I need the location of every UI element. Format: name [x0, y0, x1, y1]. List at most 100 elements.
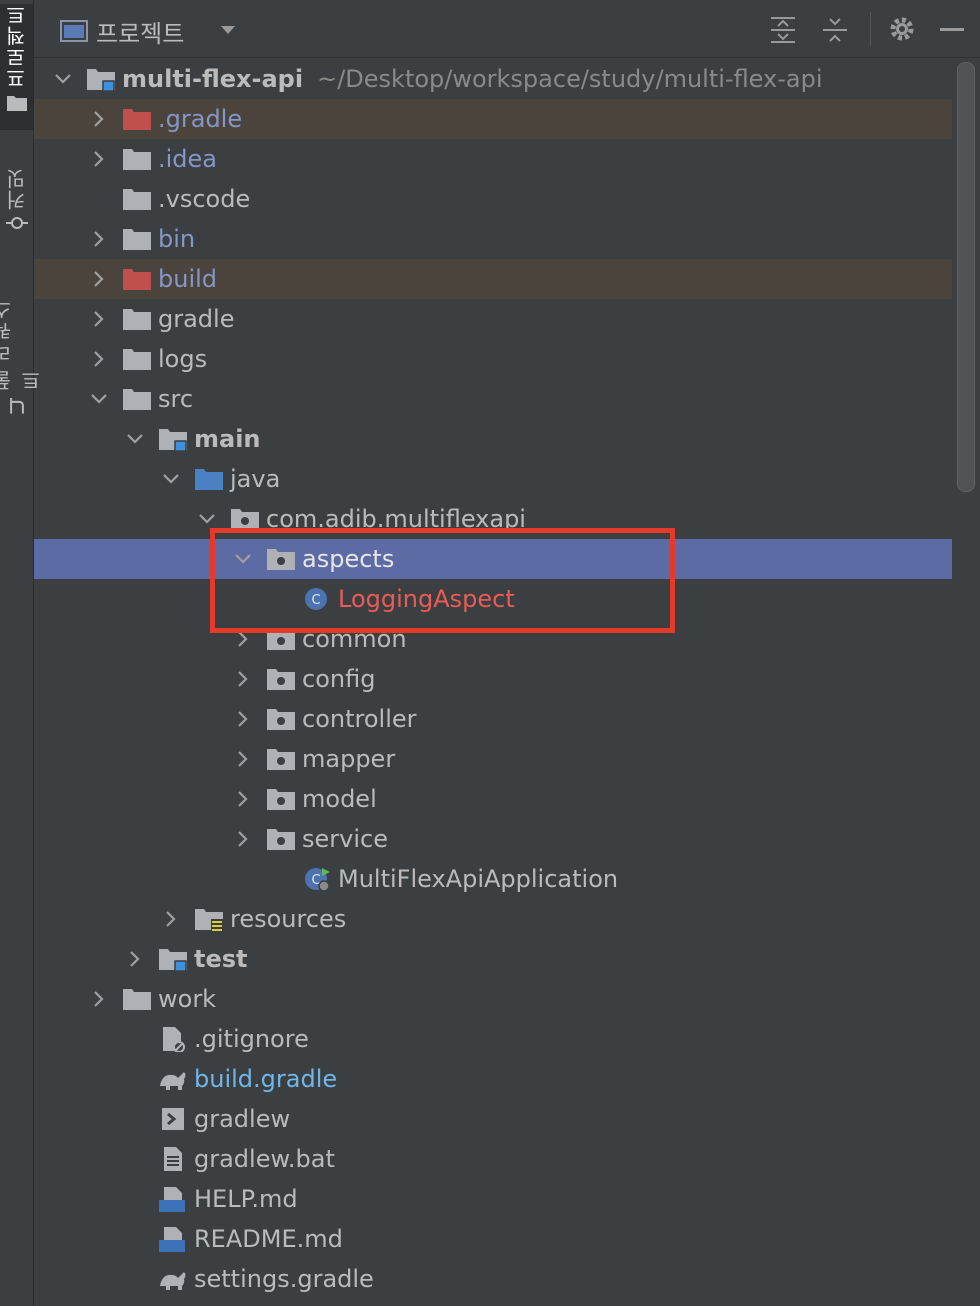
tree-row-bin[interactable]: bin — [34, 219, 952, 259]
tree-row-config[interactable]: config — [34, 659, 952, 699]
chevron-right-icon[interactable] — [234, 670, 252, 688]
tree-row-idea[interactable]: .idea — [34, 139, 952, 179]
tree-row-work[interactable]: work — [34, 979, 952, 1019]
package-icon — [266, 706, 296, 732]
chevron-right-icon[interactable] — [90, 350, 108, 368]
tree-item-label: README.md — [194, 1225, 343, 1253]
markdown-file-icon — [158, 1226, 188, 1252]
tree-row-src[interactable]: src — [34, 379, 952, 419]
tree-row-gradlew-bat[interactable]: gradlew.bat — [34, 1139, 952, 1179]
chevron-right-icon[interactable] — [234, 750, 252, 768]
spring-application-class-icon: C — [302, 866, 332, 892]
tree-item-label: .idea — [158, 145, 218, 173]
folder-icon — [122, 386, 152, 412]
tree-row-logs[interactable]: logs — [34, 339, 952, 379]
chevron-down-icon[interactable] — [126, 430, 144, 448]
chevron-right-icon[interactable] — [162, 910, 180, 928]
vertical-scrollbar[interactable] — [957, 62, 975, 492]
chevron-down-icon[interactable] — [90, 390, 108, 408]
tree-row-main-application[interactable]: C MultiFlexApiApplication — [34, 859, 952, 899]
tree-row-readme-md[interactable]: README.md — [34, 1219, 952, 1259]
tree-row-gradle[interactable]: gradle — [34, 299, 952, 339]
expand-all-icon[interactable] — [770, 15, 796, 45]
excluded-folder-icon — [122, 266, 152, 292]
commit-tool-tab-label: 커밋 — [5, 168, 29, 210]
commit-icon — [5, 217, 28, 229]
tree-row-root[interactable]: multi-flex-api ~/Desktop/workspace/study/… — [34, 59, 952, 99]
tree-item-label: .gradle — [158, 105, 243, 133]
chevron-right-icon[interactable] — [90, 110, 108, 128]
tree-row-resources[interactable]: resources — [34, 899, 952, 939]
gear-icon[interactable] — [888, 15, 916, 43]
chevron-right-icon[interactable] — [234, 790, 252, 808]
tree-item-label: gradle — [158, 305, 235, 333]
package-icon — [266, 786, 296, 812]
project-tool-tab[interactable]: 프로젝트 — [0, 4, 33, 130]
chevron-right-icon[interactable] — [90, 310, 108, 328]
chevron-right-icon[interactable] — [90, 150, 108, 168]
tree-row-build[interactable]: build — [34, 259, 952, 299]
tree-item-label: main — [194, 425, 261, 453]
annotation-highlight-box — [210, 528, 675, 633]
project-root-name: multi-flex-api — [122, 65, 304, 93]
tree-item-label: resources — [230, 905, 347, 933]
collapse-all-icon[interactable] — [822, 15, 848, 45]
tree-row-service[interactable]: service — [34, 819, 952, 859]
tree-row-mapper[interactable]: mapper — [34, 739, 952, 779]
tree-row-settings-gradle[interactable]: settings.gradle — [34, 1259, 952, 1299]
tree-row-gitignore[interactable]: .gitignore — [34, 1019, 952, 1059]
tree-item-label: model — [302, 785, 377, 813]
pull-request-tool-tab[interactable]: 풀 리퀘스트 — [0, 280, 44, 416]
source-root-folder-icon — [158, 426, 188, 452]
tree-row-test[interactable]: test — [34, 939, 952, 979]
tree-row-vscode[interactable]: .vscode — [34, 179, 952, 219]
chevron-down-icon[interactable] — [54, 70, 72, 88]
tree-row-controller[interactable]: controller — [34, 699, 952, 739]
java-source-folder-icon — [194, 466, 224, 492]
tree-item-label: src — [158, 385, 194, 413]
source-root-folder-icon — [158, 946, 188, 972]
tree-item-label: settings.gradle — [194, 1265, 374, 1293]
folder-icon — [122, 146, 152, 172]
pull-request-icon — [9, 398, 24, 415]
tree-row-model[interactable]: model — [34, 779, 952, 819]
tree-row-main[interactable]: main — [34, 419, 952, 459]
tree-row-gradlew[interactable]: gradlew — [34, 1099, 952, 1139]
tree-item-label: HELP.md — [194, 1185, 298, 1213]
gitignore-file-icon — [158, 1026, 188, 1052]
chevron-right-icon[interactable] — [234, 710, 252, 728]
tree-item-label: build — [158, 265, 218, 293]
tree-item-label: .vscode — [158, 185, 251, 213]
tree-item-label: controller — [302, 705, 417, 733]
tree-item-label: logs — [158, 345, 208, 373]
chevron-down-icon[interactable] — [162, 470, 180, 488]
tree-item-label: config — [302, 665, 376, 693]
panel-title[interactable]: 프로젝트 — [96, 14, 184, 49]
tree-item-label: gradlew — [194, 1105, 291, 1133]
tree-item-label: .gitignore — [194, 1025, 309, 1053]
gradle-elephant-icon — [158, 1066, 188, 1092]
tree-row-gradle-dir[interactable]: .gradle — [34, 99, 952, 139]
tree-row-build-gradle[interactable]: build.gradle — [34, 1059, 952, 1099]
chevron-right-icon[interactable] — [90, 990, 108, 1008]
chevron-down-icon[interactable] — [198, 510, 216, 528]
resources-folder-icon — [194, 906, 224, 932]
chevron-down-icon[interactable] — [220, 24, 236, 36]
folder-icon — [122, 346, 152, 372]
chevron-right-icon[interactable] — [90, 270, 108, 288]
folder-icon — [122, 186, 152, 212]
commit-tool-tab[interactable]: 커밋 — [0, 168, 33, 244]
chevron-right-icon[interactable] — [126, 950, 144, 968]
tree-row-help-md[interactable]: HELP.md — [34, 1179, 952, 1219]
tree-item-label: test — [194, 945, 248, 973]
tree-row-java[interactable]: java — [34, 459, 952, 499]
minimize-icon[interactable] — [940, 28, 964, 32]
chevron-right-icon[interactable] — [90, 230, 108, 248]
chevron-right-icon[interactable] — [234, 830, 252, 848]
